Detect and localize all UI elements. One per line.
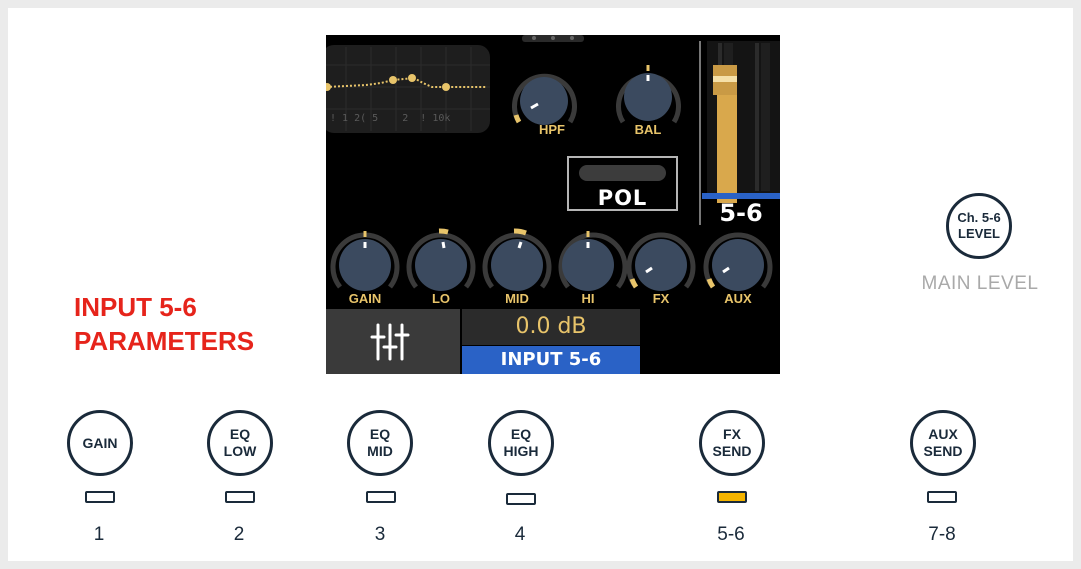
section-title-line1: INPUT 5-6 [74,292,197,322]
eq-high-button[interactable]: EQ HIGH [488,410,554,476]
eq-mid-button[interactable]: EQ MID [347,410,413,476]
main-level-caption: MAIN LEVEL [921,273,1039,294]
aux-send-button-line2: SEND [923,443,963,459]
bal-knob-label: BAL [634,122,662,137]
hpf-knob-label: HPF [539,122,565,137]
gain-led [85,491,115,503]
main-level-knob[interactable]: Ch. 5-6 LEVEL [946,193,1012,259]
eq-mid-led [366,491,396,503]
mid-knob-label: MID [505,291,529,306]
input-name-label: INPUT 5-6 [462,346,640,374]
main-level-knob-line1: Ch. 5-6 [957,210,1001,225]
fx-send-button-line1: FX [723,426,741,442]
section-title: INPUT 5-6 PARAMETERS [74,290,254,358]
button-number-3: 3 [374,524,386,545]
fx-send-button[interactable]: FX SEND [699,410,765,476]
button-number-1: 1 [93,524,105,545]
eq-low-led [225,491,255,503]
eq-low-button-line1: EQ [229,426,251,442]
fx-send-led [717,491,747,503]
gain-button[interactable]: GAIN [67,410,133,476]
fx-send-button-line2: SEND [712,443,752,459]
hpf-knob [512,73,577,125]
fx-knob-label: FX [652,291,670,306]
button-number-7-8: 7-8 [928,524,956,545]
eq-high-button-line2: HIGH [503,443,539,459]
polarity-button[interactable]: POL [567,156,678,211]
main-level-knob-line2: LEVEL [958,226,1000,241]
eq-mid-button-line1: EQ [369,426,391,442]
gain-knob-label: GAIN [348,291,382,306]
gain-button-label: GAIN [82,434,118,451]
bottom-knob-row [330,228,773,291]
lo-knob-label: LO [431,291,451,306]
level-readout: 0.0 dB [462,309,640,345]
hi-knob-label: HI [581,291,595,306]
eq-mid-button-line2: MID [367,443,393,459]
eq-frequency-ticks: ! 1 2( 5 2 ! 10k [330,113,451,124]
channel-fader [699,41,780,225]
eq-high-button-line1: EQ [510,426,532,442]
button-number-5-6: 5-6 [717,524,745,545]
bal-knob [616,65,681,124]
eq-high-led [506,493,536,505]
aux-send-button-line1: AUX [928,426,958,442]
lcd-screen: ! 1 2( 5 2 ! 10k HPF BAL POL 5-6 GAIN LO… [326,35,780,374]
eq-low-button[interactable]: EQ LOW [207,410,273,476]
channel-name: 5-6 [719,199,763,227]
aux-send-led [927,491,957,503]
faders-icon [370,323,410,361]
section-title-line2: PARAMETERS [74,326,255,356]
eq-low-button-line2: LOW [223,443,257,459]
aux-knob-label: AUX [724,291,752,306]
mixer-view-button[interactable] [326,309,460,374]
button-number-2: 2 [233,524,245,545]
aux-send-button[interactable]: AUX SEND [910,410,976,476]
button-number-4: 4 [514,524,526,545]
polarity-indicator [579,165,666,181]
polarity-label: POL [597,186,648,210]
